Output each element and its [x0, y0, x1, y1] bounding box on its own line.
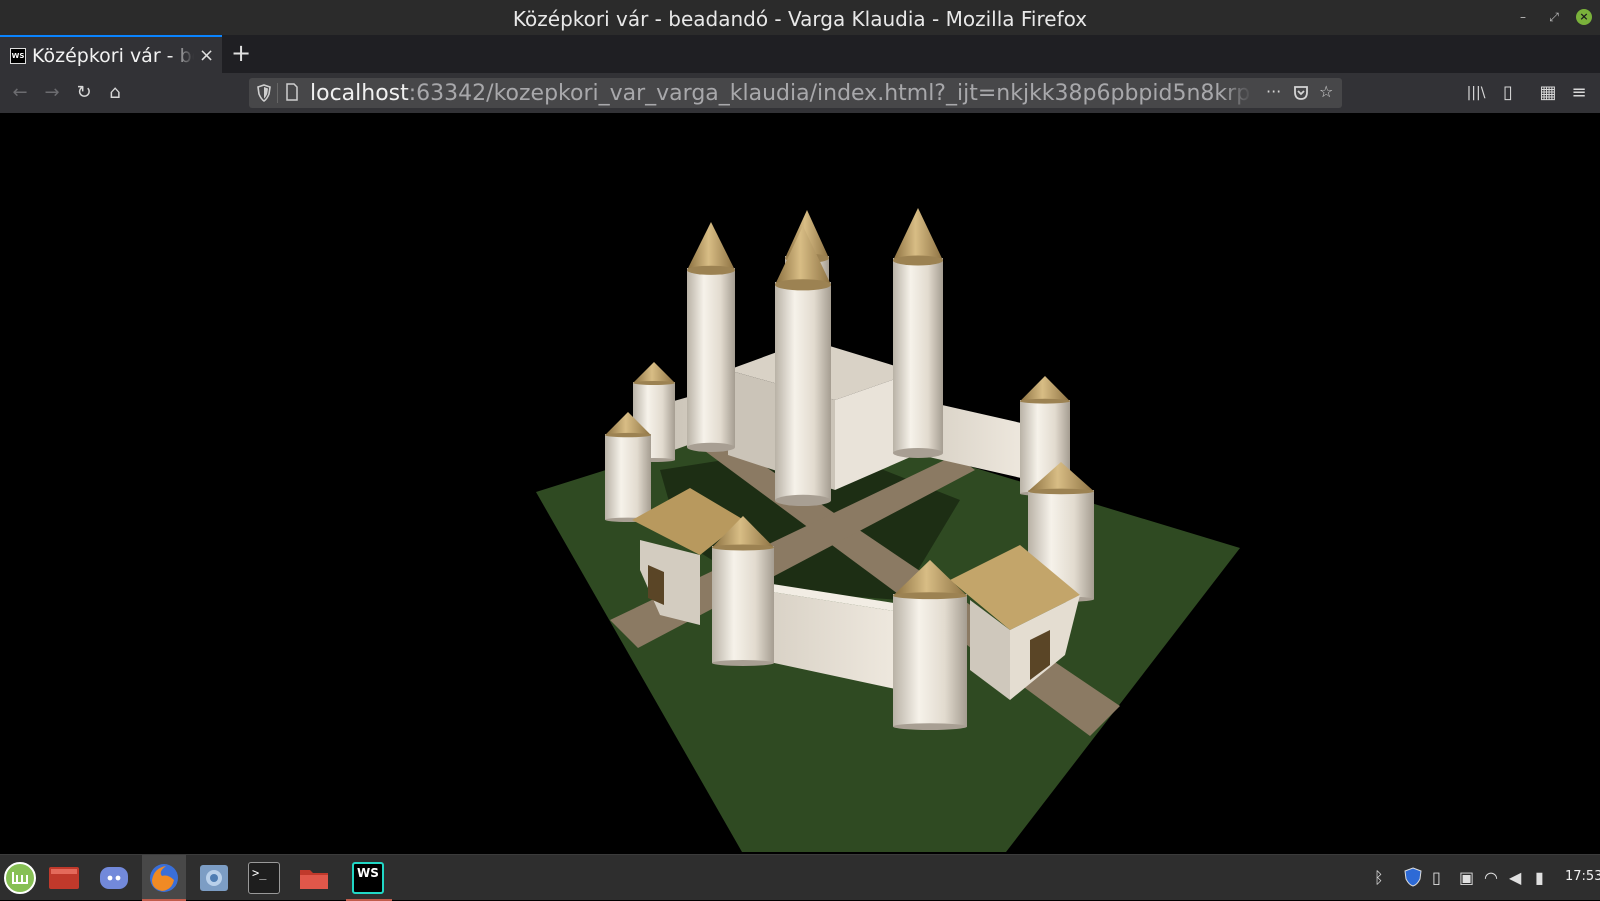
- taskbar: >_ WS ᛒ ▯ ▣ ◠ ◀ ▮ 17:53: [0, 854, 1600, 901]
- tab-title: Középkori vár - beadandó - Varga Klaudia: [32, 45, 194, 67]
- bluetooth-icon[interactable]: ᛒ: [1374, 868, 1384, 887]
- tower-front-center: [893, 560, 967, 730]
- castle-scene: [536, 208, 1240, 852]
- url-host: localhost: [310, 81, 409, 106]
- sidebar-icon[interactable]: ▯: [1496, 81, 1520, 105]
- new-tab-button[interactable]: +: [231, 39, 251, 67]
- pocket-icon[interactable]: [1293, 85, 1309, 101]
- window-title: Középkori vár - beadandó - Varga Klaudia…: [512, 7, 1088, 31]
- tower-front-left: [712, 516, 774, 666]
- volume-icon[interactable]: ◀: [1509, 868, 1521, 887]
- update-manager-icon[interactable]: ▣: [1459, 868, 1474, 887]
- tracking-shield-icon[interactable]: [257, 84, 271, 102]
- bookmark-star-icon[interactable]: ☆: [1319, 82, 1333, 101]
- tower-small-w: [605, 412, 651, 522]
- window-titlebar: Középkori vár - beadandó - Varga Klaudia…: [0, 0, 1600, 35]
- files-icon[interactable]: [298, 862, 330, 894]
- tower-keep-center: [775, 226, 831, 506]
- webstorm-icon[interactable]: WS: [352, 862, 384, 894]
- tab-close-icon[interactable]: ×: [199, 45, 214, 66]
- back-button[interactable]: ←: [8, 81, 32, 105]
- extensions-icon[interactable]: ▦: [1536, 81, 1560, 105]
- webgl-canvas[interactable]: [0, 113, 1600, 854]
- library-icon[interactable]: |||\: [1464, 81, 1488, 105]
- mint-menu-icon[interactable]: [4, 862, 36, 894]
- tab-active[interactable]: WS Középkori vár - beadandó - Varga Klau…: [0, 35, 222, 73]
- security-shield-icon[interactable]: [1404, 867, 1422, 887]
- url-separator: [277, 83, 278, 103]
- webstorm-favicon-icon: WS: [10, 48, 26, 64]
- battery-icon[interactable]: ▮: [1535, 868, 1544, 887]
- wifi-icon[interactable]: ◠: [1484, 868, 1498, 887]
- gatehouse-left-door: [648, 565, 664, 605]
- home-button[interactable]: ⌂: [103, 81, 127, 105]
- tower-back-right: [893, 208, 943, 458]
- tower-back-left: [687, 222, 735, 452]
- menu-icon[interactable]: ≡: [1567, 81, 1591, 105]
- clock[interactable]: 17:53: [1565, 869, 1600, 884]
- firefox-icon[interactable]: [148, 862, 180, 894]
- clipboard-icon[interactable]: ▯: [1432, 868, 1441, 887]
- discord-icon[interactable]: [98, 862, 130, 894]
- chromium-icon[interactable]: [198, 862, 230, 894]
- red-app-icon[interactable]: [48, 862, 80, 894]
- url-text[interactable]: localhost:63342/kozepkori_var_varga_klau…: [310, 81, 1252, 106]
- minimize-button[interactable]: –: [1515, 9, 1531, 25]
- forward-button[interactable]: →: [40, 81, 64, 105]
- url-path: :63342/kozepkori_var_varga_klaudia/index…: [408, 81, 1252, 106]
- reload-button[interactable]: ↻: [72, 81, 96, 105]
- terminal-icon[interactable]: >_: [248, 862, 280, 894]
- page-info-icon[interactable]: [285, 83, 299, 101]
- tab-strip: WS Középkori vár - beadandó - Varga Klau…: [0, 35, 1600, 73]
- restore-button[interactable]: ⤢: [1546, 9, 1562, 25]
- url-bar[interactable]: localhost:63342/kozepkori_var_varga_klau…: [249, 78, 1342, 108]
- page-actions-icon[interactable]: ···: [1266, 82, 1281, 101]
- close-window-button[interactable]: ×: [1576, 9, 1592, 25]
- navigation-toolbar: ← → ↻ ⌂ localhost:63342/kozepkori_var_va…: [0, 73, 1600, 113]
